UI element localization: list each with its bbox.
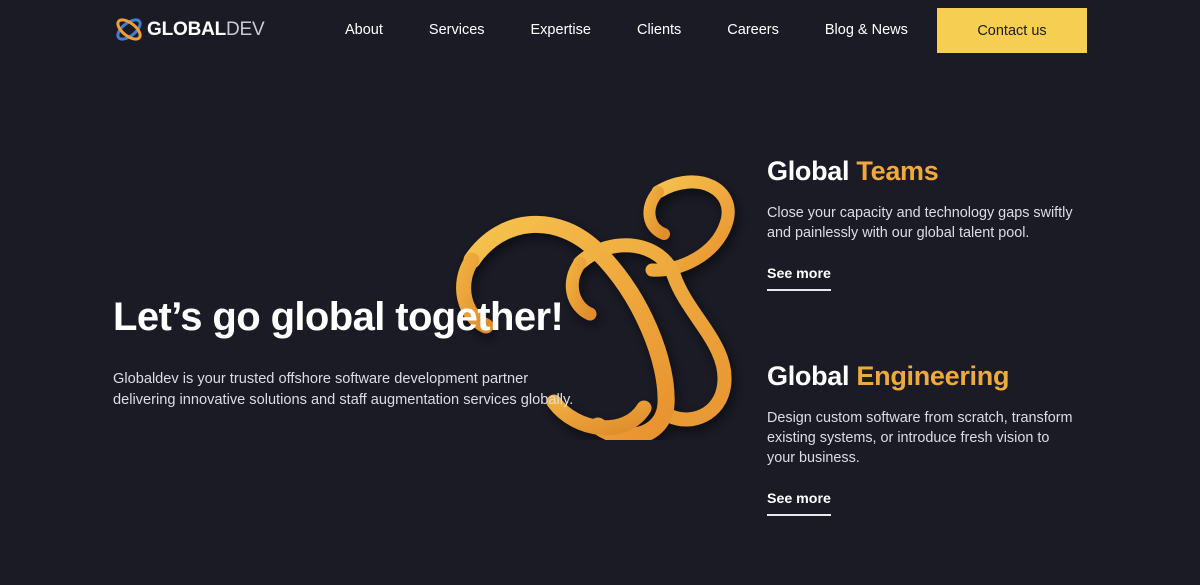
nav-item-services[interactable]: Services — [406, 21, 508, 39]
logo-text-bold: GLOBAL — [147, 19, 227, 40]
nav-item-careers[interactable]: Careers — [704, 21, 802, 39]
service-cards: Global Teams Close your capacity and tec… — [767, 156, 1077, 517]
nav-item-about[interactable]: About — [345, 21, 406, 39]
nav-item-blog-news[interactable]: Blog & News — [802, 21, 931, 39]
card-global-teams-see-more-link[interactable]: See more — [767, 266, 831, 292]
logo[interactable]: GLOBALDEV — [113, 14, 265, 45]
card-title-accent: Engineering — [856, 361, 1010, 392]
card-global-teams-description: Close your capacity and technology gaps … — [767, 205, 1073, 242]
nav-item-expertise[interactable]: Expertise — [508, 21, 614, 39]
card-global-engineering-title: Global Engineering — [767, 361, 1077, 392]
card-title-primary: Global — [767, 156, 850, 186]
card-title-primary: Global — [767, 361, 850, 392]
logo-text-light: DEV — [226, 19, 265, 40]
nav-item-clients[interactable]: Clients — [614, 21, 704, 39]
orbit-atom-icon — [113, 14, 145, 45]
card-title-accent: Teams — [856, 156, 939, 186]
card-global-engineering: Global Engineering Design custom softwar… — [767, 361, 1077, 517]
card-global-teams-title: Global Teams — [767, 156, 1077, 187]
main-navigation: About Services Expertise Clients Careers… — [345, 21, 931, 39]
card-global-engineering-description: Design custom software from scratch, tra… — [767, 410, 1073, 467]
card-global-engineering-see-more-link[interactable]: See more — [767, 491, 831, 517]
hero-subtitle: Globaldev is your trusted offshore softw… — [113, 370, 574, 408]
page-title: Let’s go global together! — [113, 295, 564, 339]
hero-copy: Let’s go global together! Globaldev is y… — [113, 295, 633, 411]
site-header: GLOBALDEV About Services Expertise Clien… — [0, 0, 1200, 60]
logo-text: GLOBALDEV — [147, 19, 265, 40]
landing-page: GLOBALDEV About Services Expertise Clien… — [0, 0, 1200, 585]
contact-us-button[interactable]: Contact us — [937, 8, 1087, 53]
card-global-teams: Global Teams Close your capacity and tec… — [767, 156, 1077, 292]
